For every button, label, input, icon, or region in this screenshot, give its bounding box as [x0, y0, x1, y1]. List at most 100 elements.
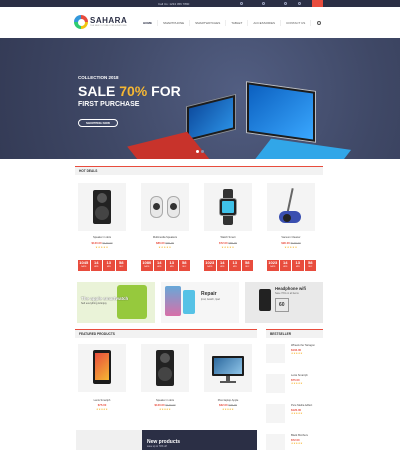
rating-stars: ★★★★★ — [222, 407, 234, 411]
featured-card[interactable]: Lenis Smartph $75.00 ★★★★★ — [78, 344, 126, 411]
banner-title: Repair — [201, 291, 217, 297]
nav-tablet[interactable]: TABLET — [226, 20, 249, 26]
nav-smartphone[interactable]: SMARTPHONE — [158, 20, 191, 26]
bestseller-title: BESTSELLER — [270, 332, 292, 336]
rating-stars: ★★★★★ — [221, 245, 235, 249]
featured-price: $75.00 — [97, 403, 107, 407]
nav-contact[interactable]: CONTACT US — [281, 20, 312, 26]
rating-stars: ★★★★★ — [96, 407, 108, 411]
featured-title: FEATURED PRODUCTS — [79, 332, 115, 336]
top-phone: Call Us: 1234 456 7890 — [158, 1, 190, 6]
deal-title[interactable]: Speaker in dots — [78, 236, 126, 239]
featured-price: $32.00 $36.00 — [219, 403, 237, 407]
featured-price: $120.00 $140.00 — [154, 403, 176, 407]
rating-stars: ★★★★★ — [158, 245, 172, 249]
nav-smartwatches[interactable]: SMARTWATCHES — [190, 20, 227, 26]
deal-price: $72.00 $80.00 — [219, 241, 237, 245]
main-nav: HOME SMARTPHONE SMARTWATCHES TABLET ACCE… — [138, 20, 312, 26]
bestseller-thumb[interactable] — [266, 404, 285, 423]
deal-countdown: 1045 DAYS 14 HRS 13 MIN 58 SEC — [78, 260, 127, 271]
banner-subtitle: Ipod, Iwatch, Ipad — [201, 298, 220, 301]
search-icon[interactable] — [317, 21, 321, 25]
bestseller-item[interactable]: Pure Media Adfect $120.00 ★★★★★ — [266, 404, 323, 428]
hero-headline: SALE 70% FOR — [78, 83, 181, 99]
ipod-art — [183, 290, 195, 314]
bestseller-item[interactable]: Lenis Smartph $75.00 ★★★★★ — [266, 374, 323, 398]
featured-header: FEATURED PRODUCTS — [75, 329, 257, 338]
deal-price: $120.00 $140.00 — [91, 241, 113, 245]
banner-subtitle: Save 70% on all items — [275, 292, 299, 295]
rating-stars: ★★★★★ — [291, 412, 303, 415]
hero-subtitle: FIRST PURCHASE — [78, 101, 140, 108]
shop-now-button[interactable]: SHOPPING NOW — [78, 119, 118, 127]
featured-card[interactable]: Pixel laptop Apple $32.00 $36.00 ★★★★★ — [204, 344, 252, 411]
banner-subtitle: Sell everything & Enjoy — [81, 302, 107, 305]
monitor-image[interactable] — [204, 344, 252, 392]
hero-discount: 70% — [119, 83, 148, 99]
vacuum-image[interactable] — [267, 183, 315, 231]
promo-banner-headphone[interactable]: Headphone wifi Save 70% on all items — [245, 282, 323, 323]
top-bar: Call Us: 1234 456 7890 — [0, 0, 400, 7]
bestseller-thumb[interactable] — [266, 344, 285, 363]
promo-subtitle: save up to 70% off — [147, 445, 167, 448]
rating-stars: ★★★★★ — [159, 407, 171, 411]
deal-card[interactable]: Speaker in dots $120.00 $140.00 ★★★★★ 10… — [78, 183, 127, 271]
featured-product-title[interactable]: Lenis Smartph — [78, 399, 126, 402]
promo-banner-smartwatch[interactable]: The apple smartwatch Sell everything & E… — [77, 282, 155, 323]
bestseller-thumb[interactable] — [266, 434, 285, 450]
bestseller-item-title[interactable]: Black Brothers — [291, 434, 308, 437]
deal-title[interactable]: Watch Smart — [204, 236, 252, 239]
speakers-image[interactable] — [141, 183, 189, 231]
header: SAHARA THE BEST STORE FOR EVERYONE HOME … — [0, 7, 400, 38]
hot-deals-title: HOT DEALS — [79, 169, 98, 173]
deal-price: $90.00 $100.00 — [281, 241, 301, 245]
wishlist-icon[interactable] — [262, 2, 265, 5]
bestseller-item-title[interactable]: Wheels the Tarragon — [291, 344, 315, 347]
discount-box — [275, 298, 289, 312]
user-icon[interactable] — [240, 2, 243, 5]
featured-card[interactable]: Speaker in dots $120.00 $140.00 ★★★★★ — [141, 344, 189, 411]
headphone-art — [259, 289, 271, 311]
speaker-image[interactable] — [78, 183, 126, 231]
rating-stars: ★★★★★ — [291, 442, 303, 445]
featured-product-title[interactable]: Pixel laptop Apple — [204, 399, 252, 402]
compare-icon[interactable] — [284, 2, 287, 5]
deal-title[interactable]: Vacuum Cleaner — [267, 236, 315, 239]
bottom-promo-new-products[interactable]: New products save up to 70% off — [142, 430, 257, 450]
smartwatch-image[interactable] — [204, 183, 252, 231]
slider-dot-1[interactable] — [196, 150, 199, 153]
bestseller-item-title[interactable]: Lenis Smartph — [291, 374, 308, 377]
cart-button[interactable] — [312, 0, 323, 7]
banner-title: Headphone wifi — [275, 286, 306, 291]
featured-product-title[interactable]: Speaker in dots — [141, 399, 189, 402]
deal-countdown: 1023 DAYS 14 HRS 13 MIN 58 SEC — [204, 260, 253, 271]
bestseller-item-title[interactable]: Pure Media Adfect — [291, 404, 312, 407]
bestseller-header: BESTSELLER — [266, 329, 323, 338]
smartwatch-art — [117, 285, 147, 319]
nav-accessories[interactable]: ACCESSORIES — [248, 20, 282, 26]
deal-card[interactable]: Watch Smart $72.00 $80.00 ★★★★★ 1023 DAYS… — [204, 183, 253, 271]
logo-tagline: THE BEST STORE FOR EVERYONE — [90, 25, 127, 27]
speaker-image[interactable] — [141, 344, 189, 392]
slider-dot-2[interactable] — [201, 150, 204, 153]
hot-deals-header: HOT DEALS — [75, 166, 323, 175]
logo-name: SAHARA — [90, 16, 128, 25]
nav-home[interactable]: HOME — [138, 20, 158, 26]
settings-icon[interactable] — [298, 2, 301, 5]
deal-card[interactable]: Vacuum Cleaner $90.00 $100.00 ★★★★★ 1023… — [267, 183, 316, 271]
deal-price: $86.00 $90.00 — [156, 241, 174, 245]
deal-card[interactable]: Multimedia Speakers $86.00 $90.00 ★★★★★ … — [141, 183, 190, 271]
bestseller-item[interactable]: Black Brothers $72.00 ★★★★★ — [266, 434, 323, 450]
hero-kicker: COLLECTION 2018 — [78, 75, 119, 80]
phone-image[interactable] — [78, 344, 126, 392]
hero-banner: COLLECTION 2018 SALE 70% FOR FIRST PURCH… — [0, 38, 400, 159]
deal-title[interactable]: Multimedia Speakers — [141, 236, 189, 239]
rating-stars: ★★★★★ — [284, 245, 298, 249]
logo-ring-icon — [74, 15, 88, 29]
rating-stars: ★★★★★ — [291, 352, 303, 355]
phone-art — [165, 286, 181, 316]
bestseller-thumb[interactable] — [266, 374, 285, 393]
banner-title: The apple smartwatch — [81, 296, 129, 301]
bestseller-item[interactable]: Wheels the Tarragon $102.00 ★★★★★ — [266, 344, 323, 368]
promo-banner-repair[interactable]: Repair Ipod, Iwatch, Ipad — [161, 282, 239, 323]
